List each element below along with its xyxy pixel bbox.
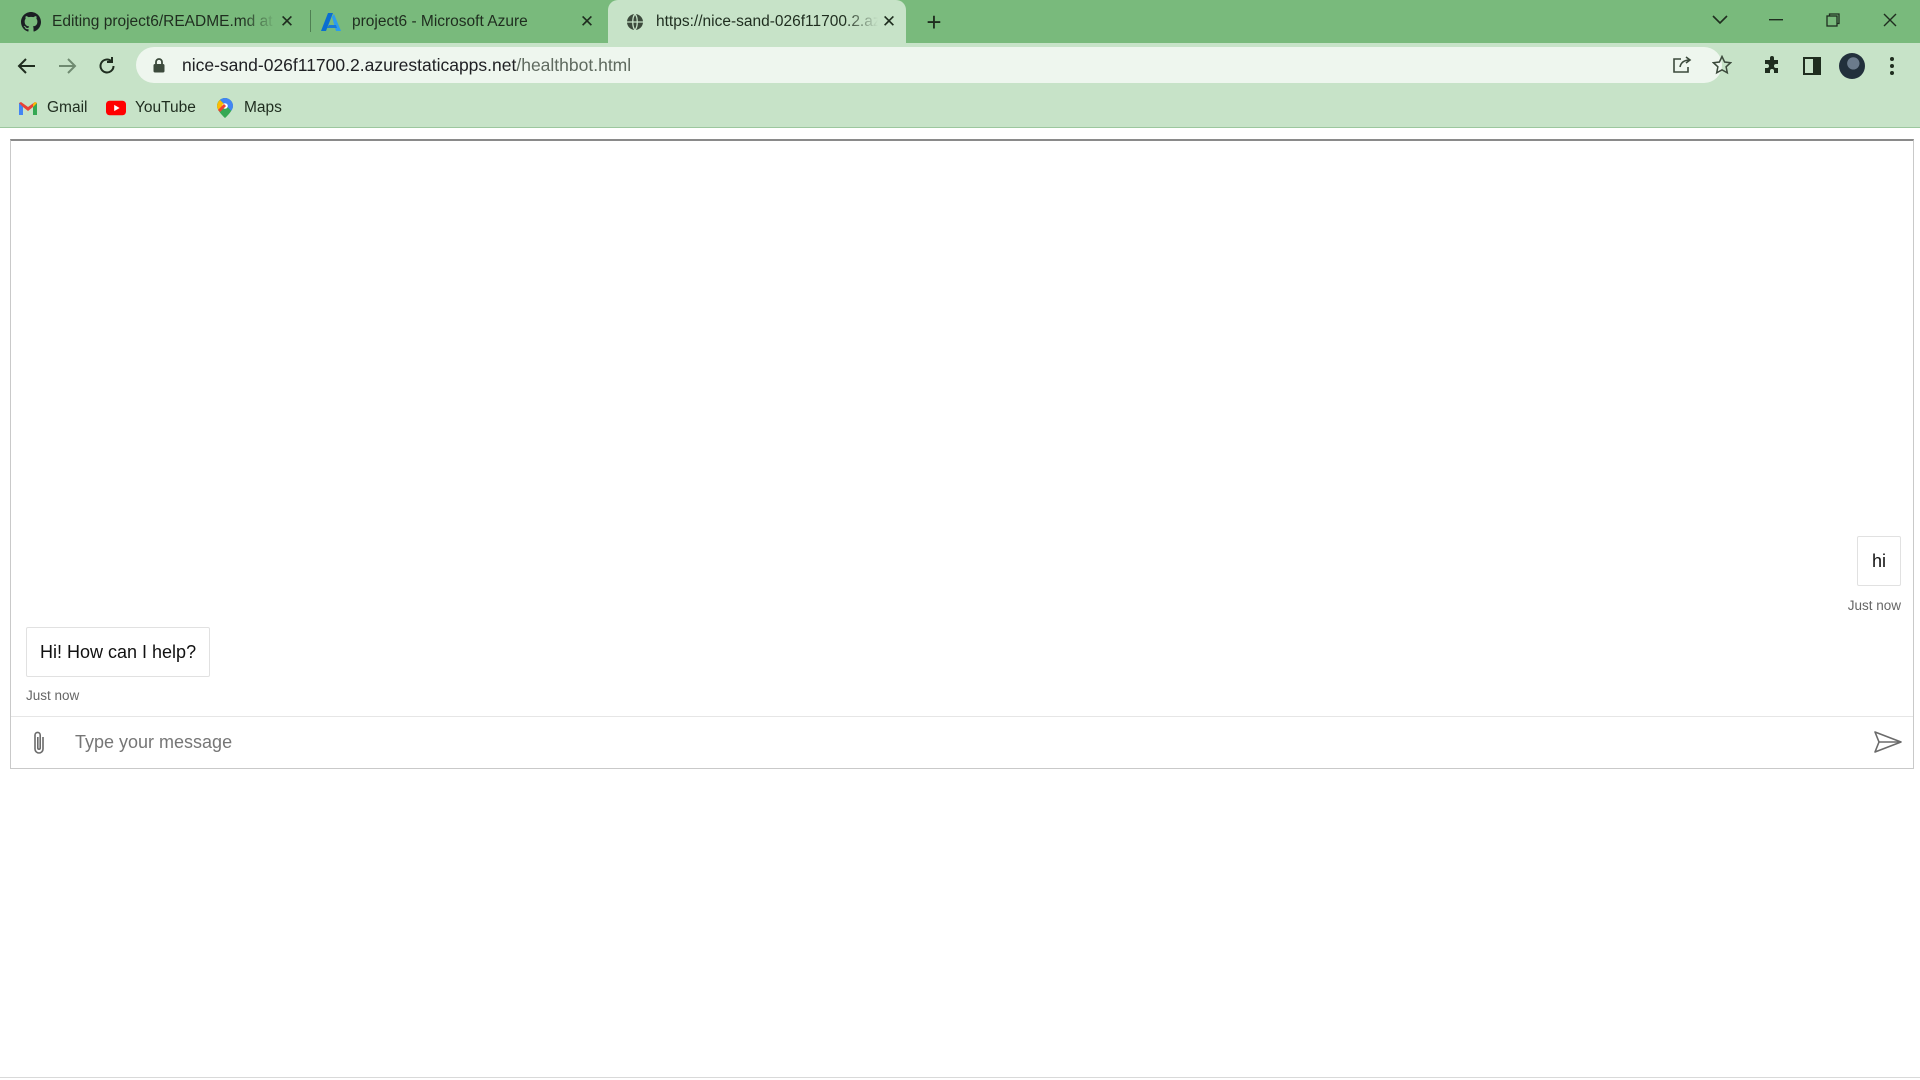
close-icon[interactable]: ✕ (276, 11, 298, 33)
close-window-icon[interactable] (1862, 0, 1918, 40)
bookmarks-bar: Gmail YouTube Maps (0, 88, 1920, 128)
url-host: nice-sand-026f11700.2.azurestaticapps.ne… (182, 54, 517, 75)
bot-message-text: Hi! How can I help? (40, 641, 197, 662)
minimize-icon[interactable] (1748, 0, 1804, 40)
close-icon[interactable]: ✕ (576, 11, 598, 33)
back-icon[interactable] (10, 49, 44, 83)
message-composer (11, 716, 1913, 768)
tab-strip: Editing project6/README.md at main ✕ pro… (0, 0, 1920, 43)
bookmark-star-icon[interactable] (1706, 49, 1738, 81)
tab-title: project6 - Microsoft Azure (352, 12, 528, 30)
avatar (1839, 53, 1865, 79)
close-icon[interactable]: ✕ (878, 11, 900, 33)
new-tab-button[interactable]: + (920, 7, 948, 37)
browser-toolbar: nice-sand-026f11700.2.azurestaticapps.ne… (0, 43, 1920, 88)
tab-search-icon[interactable] (1692, 0, 1748, 40)
attach-icon[interactable] (25, 729, 53, 757)
window-bottom-border (0, 1077, 1920, 1078)
tab-title: https://nice-sand-026f11700.2.azurestati… (656, 12, 878, 30)
user-message-text: hi (1871, 550, 1886, 571)
tab-github-readme[interactable]: Editing project6/README.md at main ✕ (20, 0, 302, 43)
extensions-icon[interactable] (1755, 49, 1789, 83)
bot-message-bubble: Hi! How can I help? (26, 627, 211, 677)
youtube-icon (106, 98, 126, 118)
restore-icon[interactable] (1805, 0, 1861, 40)
user-message-bubble: hi (1856, 536, 1901, 586)
menu-kebab-icon[interactable] (1875, 49, 1909, 83)
globe-icon (624, 11, 646, 33)
tab-azure[interactable]: project6 - Microsoft Azure ✕ (320, 0, 602, 43)
forward-icon[interactable] (50, 49, 84, 83)
address-bar[interactable]: nice-sand-026f11700.2.azurestaticapps.ne… (136, 47, 1722, 83)
maps-icon (215, 98, 235, 118)
send-icon[interactable] (1871, 727, 1905, 757)
lock-icon[interactable] (150, 57, 168, 73)
gmail-icon (18, 98, 38, 118)
tab-divider (310, 10, 311, 32)
message-input[interactable] (75, 726, 1865, 758)
tab-title: Editing project6/README.md at main (52, 12, 276, 30)
side-panel-icon[interactable] (1795, 49, 1829, 83)
github-icon (20, 11, 42, 33)
tab-healthbot[interactable]: https://nice-sand-026f11700.2.azurestati… (608, 0, 906, 43)
bot-message-timestamp: Just now (26, 688, 80, 703)
reload-icon[interactable] (90, 49, 124, 83)
bookmark-youtube[interactable]: YouTube (106, 96, 196, 120)
bookmark-label: YouTube (135, 99, 196, 116)
url-path: /healthbot.html (516, 54, 632, 75)
bookmark-maps[interactable]: Maps (215, 96, 282, 120)
share-icon[interactable] (1666, 49, 1698, 81)
url-text: nice-sand-026f11700.2.azurestaticapps.ne… (182, 55, 631, 76)
healthbot-chat-window: hi Just now Hi! How can I help? Just now (10, 139, 1914, 769)
bookmark-gmail[interactable]: Gmail (18, 96, 87, 120)
bookmark-label: Maps (244, 99, 282, 116)
profile-avatar[interactable] (1835, 49, 1869, 83)
bookmark-label: Gmail (47, 99, 88, 116)
azure-icon (320, 11, 342, 33)
user-message-timestamp: Just now (1847, 598, 1901, 613)
